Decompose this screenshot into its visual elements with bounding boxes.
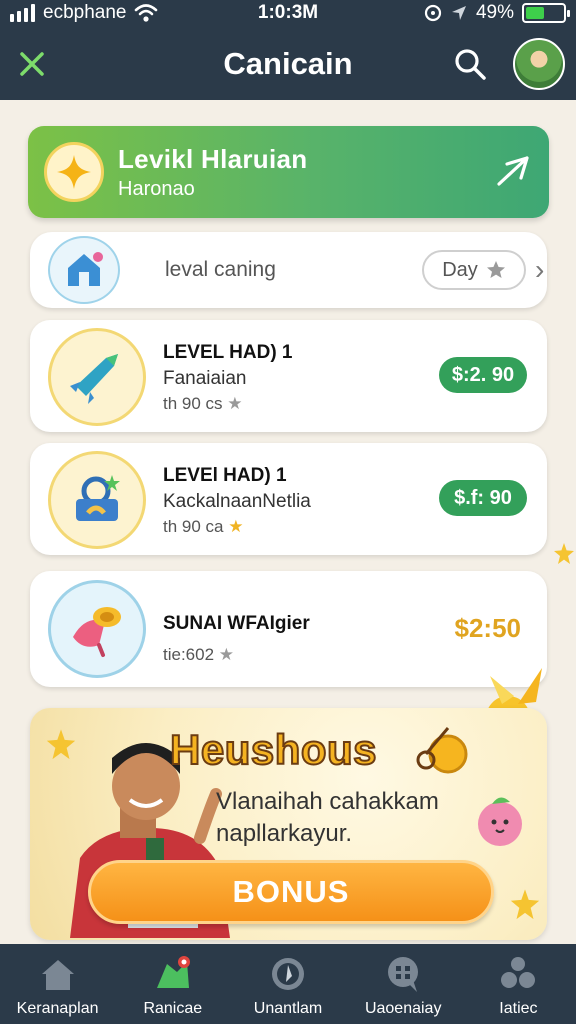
nav-item-chat[interactable]: Uaoenaiay	[346, 944, 461, 1024]
people-icon	[501, 957, 536, 988]
item-meta: th 90 cs ★	[163, 394, 243, 414]
nav-label: Ranicae	[143, 1000, 203, 1017]
coin-icon	[416, 727, 468, 774]
promo-heading: Heushous	[169, 725, 378, 774]
item-meta: th 90 ca ★	[163, 517, 243, 537]
level-filter-row[interactable]: leval caning Day ›	[30, 232, 547, 308]
search-icon[interactable]	[452, 46, 488, 82]
promo-line-2: napllarkayur.	[216, 820, 353, 847]
top-bar: ecbphane 1:0:3M 49% Canicain	[0, 0, 576, 100]
compass-icon	[272, 958, 304, 990]
nav-label: Uaoenaiay	[364, 1000, 442, 1017]
price-button[interactable]: $.f: 90	[439, 480, 527, 516]
promo-banner[interactable]: Heushous Vlanaihah cahakkam napllarkayur…	[30, 708, 547, 940]
avatar[interactable]	[513, 38, 565, 90]
chat-icon	[388, 957, 419, 992]
nav-label: Keranaplan	[16, 1000, 99, 1017]
location-icon	[451, 6, 466, 20]
day-filter-pill[interactable]: Day	[422, 250, 526, 290]
nav-label: Unantlam	[253, 1000, 323, 1017]
price-label[interactable]: $2:50	[455, 613, 522, 644]
alarm-icon	[424, 4, 442, 22]
home-icon	[41, 960, 74, 990]
price-button[interactable]: $:2. 90	[439, 357, 527, 393]
sparkle-icon	[554, 543, 574, 564]
item-meta-text: th 90 ca	[163, 517, 224, 536]
item-meta-text: th 90 cs	[163, 394, 223, 413]
item-name: LEVEL HAD) 1	[163, 342, 293, 363]
map-icon	[156, 956, 190, 988]
list-item[interactable]: LEVEL HAD) 1 Fanaiaian th 90 cs ★ $:2. 9…	[30, 320, 547, 432]
battery-fill	[526, 7, 544, 19]
level-hero-card[interactable]: Levikl Hlaruian Haronao	[28, 126, 549, 218]
fruit-mascot-icon	[478, 797, 522, 846]
item-desc: Fanaiaian	[163, 368, 247, 389]
item-meta: tie:602 ★	[163, 645, 234, 665]
filter-label: leval caning	[165, 258, 276, 281]
app-header: Canicain	[0, 30, 576, 100]
star-icon: ★	[227, 394, 243, 413]
promo-line-1: Vlanaihah cahakkam	[216, 788, 439, 815]
nav-item-people[interactable]: Iatiec	[461, 944, 576, 1024]
sparkle-icon	[510, 889, 540, 920]
star-badge-icon	[44, 142, 104, 202]
list-item[interactable]: SUNAI WFAIgier tie:602 ★ $2:50	[30, 571, 547, 687]
status-bar: ecbphane 1:0:3M 49%	[0, 0, 576, 28]
nav-item-map[interactable]: Ranicae	[115, 944, 230, 1024]
list-item[interactable]: LEVEl HAD) 1 KackalnaanNetlia th 90 ca ★…	[30, 443, 547, 555]
battery-icon	[522, 3, 570, 23]
bottom-nav: Keranaplan Ranicae Unantlam Uaoenaiay Ia…	[0, 944, 576, 1024]
item-name: LEVEl HAD) 1	[163, 465, 287, 486]
battery-percent: 49%	[475, 2, 514, 23]
page-title: Canicain	[223, 46, 353, 81]
item-desc: KackalnaanNetlia	[163, 491, 311, 512]
hero-title: Levikl Hlaruian	[118, 144, 308, 174]
item-name: SUNAI WFAIgier	[163, 613, 310, 634]
nav-item-explore[interactable]: Unantlam	[230, 944, 345, 1024]
star-icon	[486, 261, 505, 278]
star-icon: ★	[228, 517, 244, 536]
chevron-right-icon[interactable]: ›	[535, 256, 544, 284]
trophy-icon	[48, 451, 146, 549]
sparkle-icon	[46, 729, 76, 760]
hero-subtitle: Haronao	[118, 178, 195, 200]
spinning-top-icon	[48, 580, 146, 678]
house-icon	[48, 236, 120, 304]
send-icon[interactable]	[495, 154, 531, 190]
rocket-icon	[48, 328, 146, 426]
item-meta-text: tie:602	[163, 645, 215, 664]
nav-label: Iatiec	[499, 1000, 538, 1017]
day-filter-label: Day	[442, 258, 478, 281]
star-icon: ★	[218, 645, 235, 664]
nav-item-home[interactable]: Keranaplan	[0, 944, 115, 1024]
bonus-button[interactable]: BONUS	[88, 860, 494, 924]
